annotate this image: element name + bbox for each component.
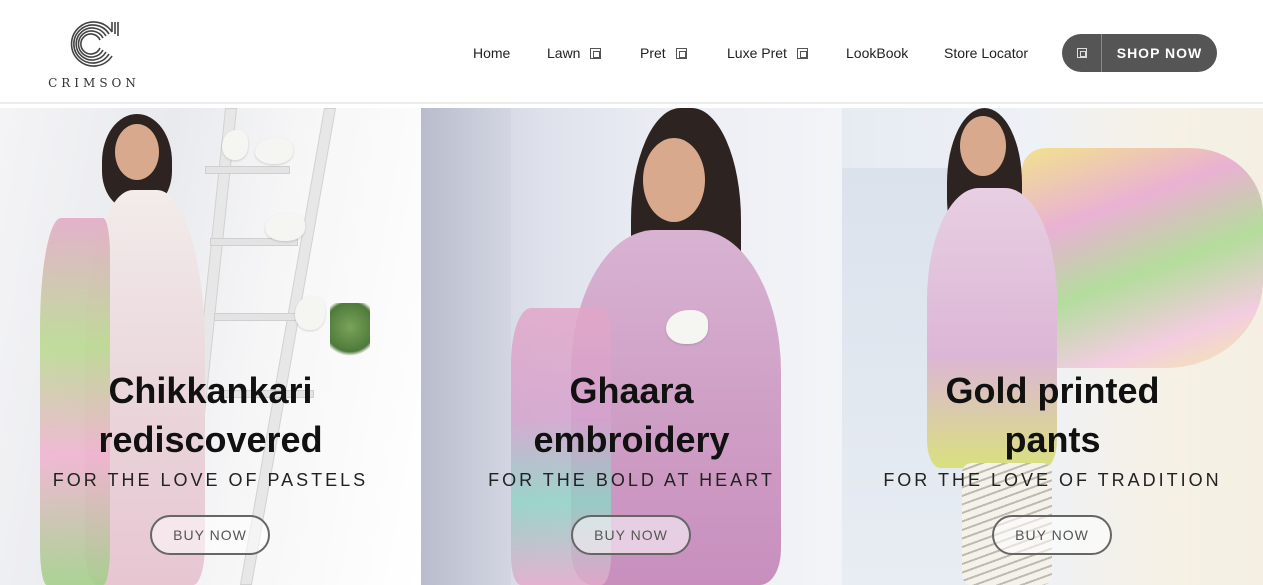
dove-image (295, 296, 325, 330)
panel-title-line: Gold printed (945, 370, 1160, 411)
nav-item-label: Luxe Pret (727, 45, 787, 61)
hero-panel-ghaara[interactable]: Ghaara embroidery FOR THE BOLD AT HEART … (421, 108, 842, 585)
dove-image (222, 130, 248, 160)
dropdown-icon (590, 47, 602, 59)
shop-now-button[interactable]: SHOP NOW (1062, 34, 1217, 72)
nav-item-label: Pret (640, 45, 666, 61)
main-nav: Home Lawn Pret Luxe Pret LookBook Store … (0, 0, 1263, 104)
dove-image (666, 310, 708, 344)
panel-title-line: embroidery (533, 419, 730, 460)
site-header: CRIMSON Home Lawn Pret Luxe Pret LookBoo… (0, 0, 1263, 104)
buy-now-button[interactable]: BUY NOW (992, 515, 1112, 555)
shop-now-label: SHOP NOW (1116, 45, 1203, 61)
model-image (643, 138, 705, 222)
ladder-image (205, 166, 290, 174)
hero-panels: Chikkankari rediscovered FOR THE LOVE OF… (0, 108, 1263, 585)
grid-icon (1062, 34, 1102, 72)
curtain-image (421, 108, 511, 585)
panel-subtitle: FOR THE LOVE OF PASTELS (52, 470, 369, 490)
nav-item-label: LookBook (846, 45, 909, 61)
dove-image (265, 213, 305, 241)
buy-now-button[interactable]: BUY NOW (150, 515, 270, 555)
nav-item-store-locator[interactable]: Store Locator (944, 45, 1028, 61)
nav-item-luxe-pret[interactable]: Luxe Pret (727, 45, 808, 61)
panel-title: Chikkankari rediscovered (0, 366, 421, 464)
nav-item-pret[interactable]: Pret (640, 45, 687, 61)
panel-subtitle: FOR THE BOLD AT HEART (488, 470, 775, 490)
panel-title-line: Ghaara (569, 370, 694, 411)
plant-image (330, 303, 370, 363)
panel-subtitle: FOR THE LOVE OF TRADITION (883, 470, 1222, 490)
panel-title-line: pants (1004, 419, 1101, 460)
nav-item-home[interactable]: Home (473, 45, 510, 61)
nav-item-label: Lawn (547, 45, 581, 61)
dove-image (255, 138, 293, 164)
dropdown-icon (675, 47, 687, 59)
nav-item-lawn[interactable]: Lawn (547, 45, 602, 61)
dropdown-icon (796, 47, 808, 59)
nav-item-lookbook[interactable]: LookBook (846, 45, 908, 61)
panel-title-line: rediscovered (98, 419, 323, 460)
ladder-image (214, 313, 306, 321)
buy-now-button[interactable]: BUY NOW (571, 515, 691, 555)
dupatta-image (1022, 148, 1263, 368)
nav-item-label: Store Locator (944, 45, 1029, 61)
nav-item-label: Home (473, 45, 511, 61)
model-image (960, 116, 1006, 176)
model-image (115, 124, 159, 180)
hero-panel-chikankari[interactable]: Chikkankari rediscovered FOR THE LOVE OF… (0, 108, 421, 585)
hero-panel-gold-printed[interactable]: Gold printed pants FOR THE LOVE OF TRADI… (842, 108, 1263, 585)
panel-title: Gold printed pants (842, 366, 1263, 464)
panel-title: Ghaara embroidery (421, 366, 842, 464)
ladder-image (239, 108, 337, 585)
panel-title-line: Chikkankari (108, 370, 313, 411)
